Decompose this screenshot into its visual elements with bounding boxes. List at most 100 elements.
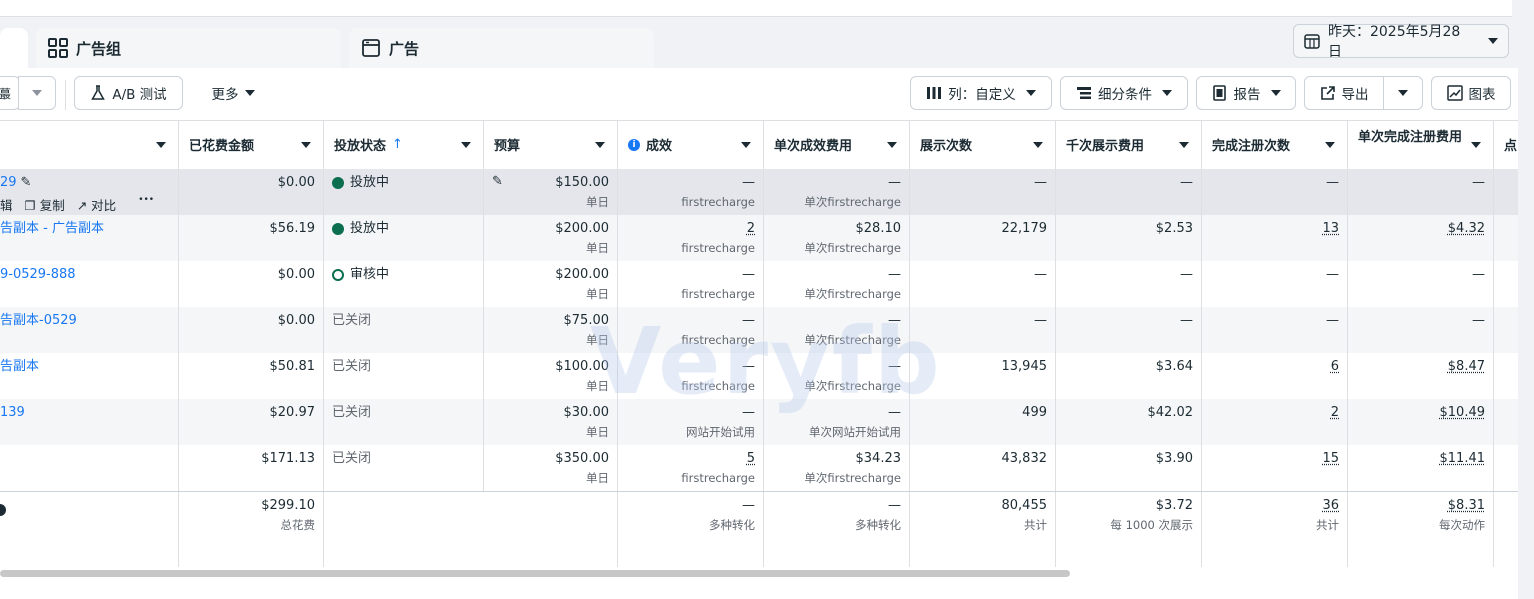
table-row[interactable]: 9-0529-888 $0.00 审核中 $200.00 单日 — firstrecharg…: [0, 261, 1518, 308]
table-row[interactable]: $171.13 已关闭 $350.00 单日 5 firstrecharge $34.23 单…: [0, 445, 1518, 492]
table-row[interactable]: 139 $20.97 已关闭 $30.00 单日 — 网站开始试用 — 单次网站开始试用 499 $…: [0, 399, 1518, 446]
info-icon[interactable]: [0, 504, 6, 516]
ad-name-cell: 告副本-0529: [0, 307, 178, 353]
spent-cell: $50.81: [178, 353, 323, 399]
column-header-cost-per-result[interactable]: 单次成效费用: [763, 121, 909, 170]
budget-value: $200.00: [555, 221, 609, 236]
date-range-picker[interactable]: 昨天：2025年5月28日: [1293, 24, 1509, 60]
column-header-last-partial[interactable]: 点: [1493, 121, 1518, 170]
ad-name-link[interactable]: 9-0529-888: [0, 267, 76, 282]
breakdown-button[interactable]: 细分条件: [1060, 76, 1188, 110]
cpreg-cell: $10.49: [1347, 399, 1493, 445]
budget-cell: $150.00 单日 ✎: [483, 169, 617, 215]
column-header-name[interactable]: [0, 121, 178, 170]
last-cell: [1493, 215, 1518, 261]
table-header: 已花费金额 投放状态 ↑ 预算 i 成效 单次成效费用 展示次数 千次展示费用 完成…: [0, 120, 1518, 171]
cpr-sub-label: 单次firstrecharge: [804, 195, 901, 209]
column-header-cost-per-registration[interactable]: 单次完成注册费用: [1347, 121, 1493, 170]
report-label: 报告: [1233, 87, 1261, 103]
column-header-cpm[interactable]: 千次展示费用: [1055, 121, 1201, 170]
breakdown-label: 细分条件: [1098, 87, 1152, 103]
column-header-spent-label: 已花费金额: [189, 139, 255, 154]
totals-row: $299.10 总花费 — 多种转化 — 多种转化 80,455 共计 $3.72 每 1…: [0, 491, 1518, 567]
column-header-spent[interactable]: 已花费金额: [178, 121, 323, 170]
pencil-icon[interactable]: ✎: [492, 174, 503, 189]
chevron-down-icon: [595, 142, 605, 148]
column-header-results[interactable]: i 成效: [617, 121, 763, 170]
tab-campaigns-partial[interactable]: [0, 28, 28, 68]
spent-value: $0.00: [277, 175, 315, 190]
totals-spent-cell: $299.10 总花费: [178, 492, 323, 567]
edit-button-partial[interactable]: 蕞: [0, 76, 20, 110]
status-text: 审核中: [350, 267, 390, 282]
ad-name-link[interactable]: 29: [0, 175, 17, 190]
more-options-icon[interactable]: •••: [138, 195, 154, 214]
export-button[interactable]: 导出: [1304, 76, 1384, 110]
spent-cell: $0.00: [178, 307, 323, 353]
columns-button[interactable]: 列：自定义: [910, 76, 1052, 110]
totals-cpr: —: [888, 498, 901, 513]
ad-name-link[interactable]: 139: [0, 405, 25, 420]
chevron-down-icon: [741, 142, 751, 148]
tab-ads[interactable]: 广告: [349, 28, 654, 68]
results-sub-label: 网站开始试用: [686, 425, 755, 439]
cpr-value: $28.10: [855, 221, 902, 236]
column-header-impressions[interactable]: 展示次数: [909, 121, 1055, 170]
cpr-sub-label: 单次firstrecharge: [804, 241, 901, 255]
chevron-down-icon: [1179, 142, 1189, 148]
table-row[interactable]: 告副本 $50.81 已关闭 $100.00 单日 — firstrecharge — 单次fi…: [0, 353, 1518, 400]
horizontal-scrollbar[interactable]: [0, 570, 1070, 577]
cpm-value: $3.90: [1155, 451, 1193, 466]
totals-cost-per-registration-cell: $8.31 每次动作: [1347, 492, 1493, 567]
results-cell: — firstrecharge: [617, 353, 763, 399]
ad-name-link[interactable]: 告副本: [0, 359, 39, 374]
column-header-budget[interactable]: 预算: [483, 121, 617, 170]
edit-action[interactable]: 辑: [0, 195, 13, 214]
report-button[interactable]: 报告: [1196, 76, 1296, 110]
chart-icon: [1446, 85, 1463, 101]
column-header-registrations-label: 完成注册次数: [1212, 139, 1291, 154]
cpreg-cell: $4.32: [1347, 215, 1493, 261]
edit-dropdown-button[interactable]: [18, 76, 56, 110]
table-row[interactable]: 告副本-0529 $0.00 已关闭 $75.00 单日 — firstrecharge — 单…: [0, 307, 1518, 354]
impr-value: —: [1034, 313, 1047, 328]
cpr-cell: $28.10 单次firstrecharge: [763, 215, 909, 261]
more-button[interactable]: 更多: [198, 76, 268, 110]
flask-icon: [91, 85, 106, 100]
status-cell: 已关闭: [323, 445, 483, 491]
cpm-cell: —: [1055, 261, 1201, 307]
info-icon[interactable]: i: [628, 138, 640, 151]
chart-button[interactable]: 图表: [1431, 76, 1511, 110]
last-cell: [1493, 445, 1518, 491]
chevron-down-icon: [1162, 90, 1172, 96]
results-cell: — firstrecharge: [617, 261, 763, 307]
ad-name-link[interactable]: 告副本-0529: [0, 313, 77, 328]
ab-test-button[interactable]: A/B 测试: [74, 76, 183, 110]
last-cell: [1493, 261, 1518, 307]
cpm-value: —: [1180, 175, 1193, 190]
pencil-icon[interactable]: ✎: [21, 175, 32, 190]
spent-cell: $0.00: [178, 261, 323, 307]
table-row[interactable]: 29 ✎ 辑 ❐ 复制 ↗ 对比 ••• $0.00 投放中 $150.00 单日 ✎ — firstr…: [0, 169, 1518, 216]
impr-value: 13,945: [1001, 359, 1048, 374]
export-dropdown-button[interactable]: [1383, 76, 1423, 110]
cpr-cell: — 单次firstrecharge: [763, 353, 909, 399]
cpr-sub-label: 单次firstrecharge: [804, 287, 901, 301]
cpreg-value: —: [1472, 313, 1485, 328]
column-header-registrations[interactable]: 完成注册次数: [1201, 121, 1347, 170]
ad-name-link[interactable]: 告副本 - 广告副本: [0, 221, 104, 236]
compare-action[interactable]: ↗ 对比: [77, 195, 116, 214]
duplicate-action[interactable]: ❐ 复制: [25, 195, 65, 214]
column-header-status[interactable]: 投放状态 ↑: [323, 121, 483, 170]
totals-cpm: $3.72: [1155, 498, 1193, 513]
cpm-cell: $3.64: [1055, 353, 1201, 399]
totals-results: —: [742, 498, 755, 513]
cpr-cell: — 单次firstrecharge: [763, 261, 909, 307]
table-row[interactable]: 告副本 - 广告副本 $56.19 投放中 $200.00 单日 2 firstrechar…: [0, 215, 1518, 262]
tab-adsets[interactable]: 广告组: [36, 28, 341, 68]
totals-results-cell: — 多种转化: [617, 492, 763, 567]
results-sub-label: firstrecharge: [681, 287, 755, 301]
totals-spent: $299.10: [261, 498, 315, 513]
ad-name-cell: [0, 445, 178, 491]
totals-cpm-cell: $3.72 每 1000 次展示: [1055, 492, 1201, 567]
